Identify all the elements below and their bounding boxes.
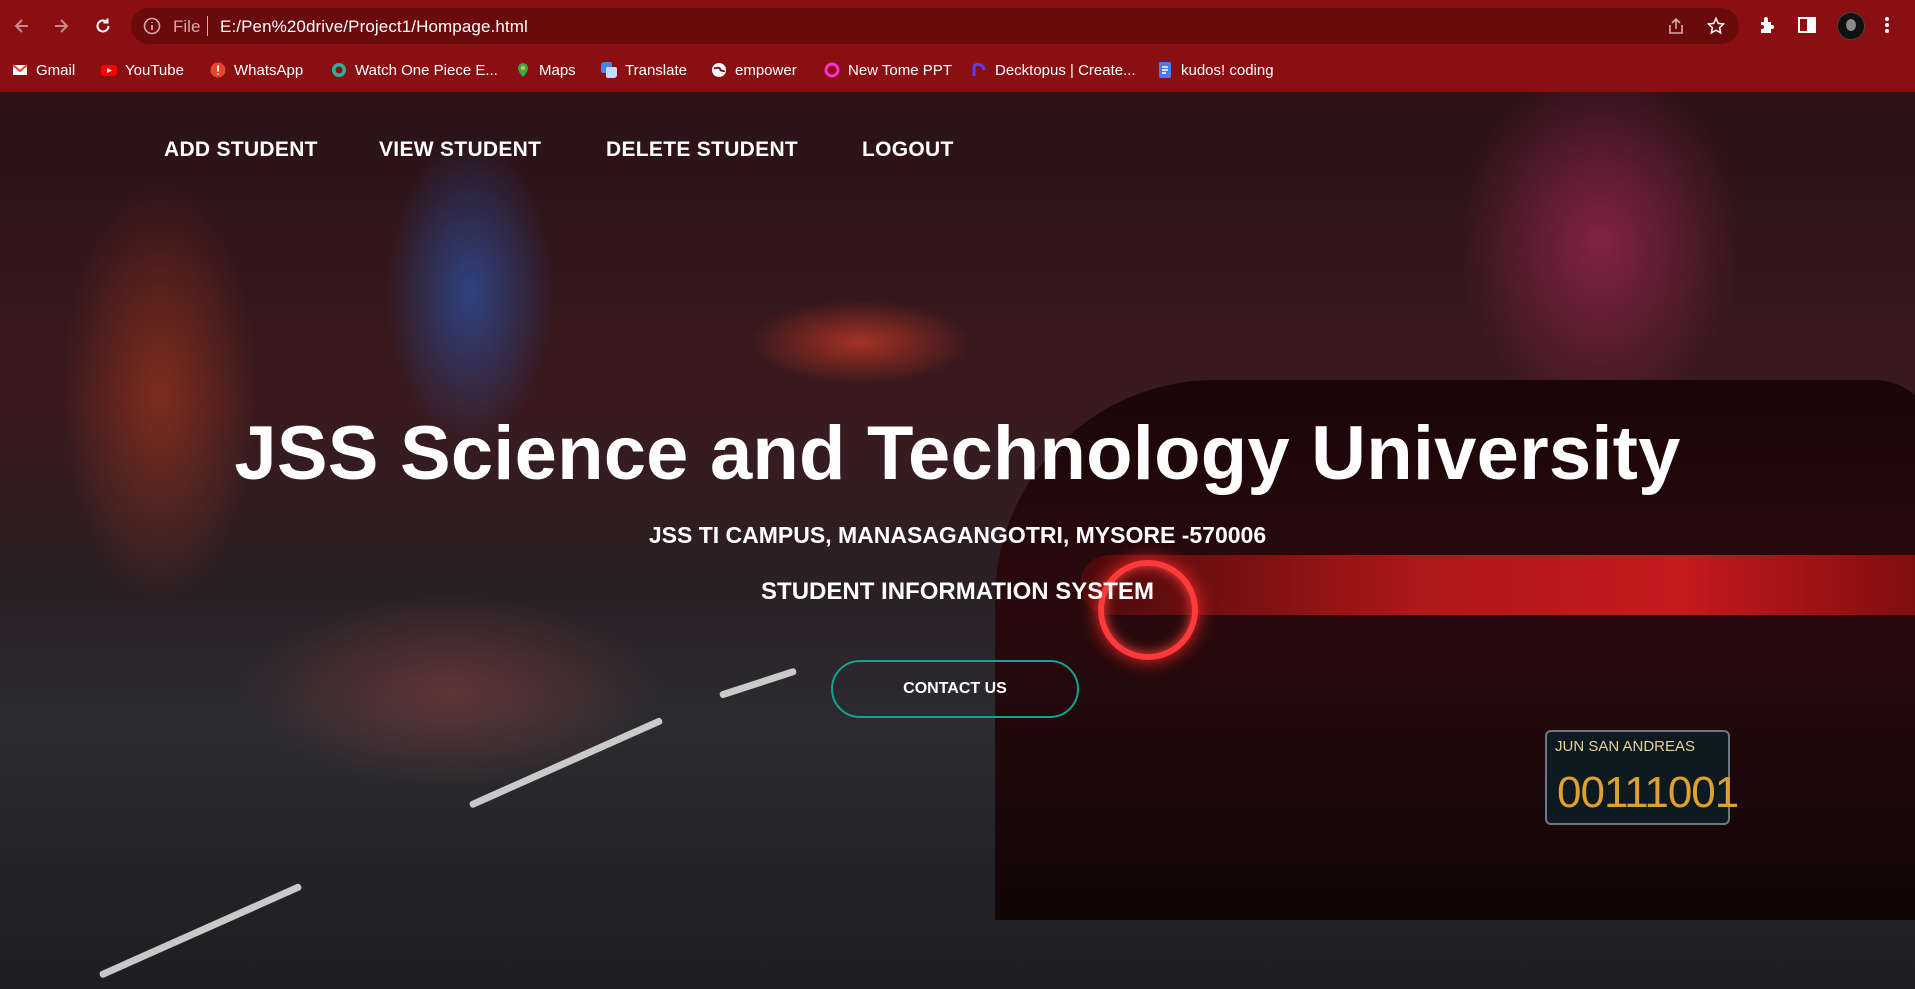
address-bar[interactable]: File E:/Pen%20drive/Project1/Hompage.htm…: [131, 8, 1739, 44]
bookmark-star-icon[interactable]: [1706, 16, 1726, 36]
road-marking: [468, 716, 664, 809]
url-scheme: File: [173, 17, 201, 36]
arrow-left-icon: [14, 19, 28, 33]
road-marking: [718, 667, 798, 699]
whatsapp-icon: [210, 62, 226, 78]
bookmark-label: Watch One Piece E...: [355, 61, 498, 79]
info-icon[interactable]: [143, 17, 161, 35]
nav-logout[interactable]: LOGOUT: [862, 138, 954, 162]
browser-toolbar: File E:/Pen%20drive/Project1/Hompage.htm…: [0, 0, 1915, 52]
url-text[interactable]: E:/Pen%20drive/Project1/Hompage.html: [220, 17, 528, 37]
bookmark-one-piece[interactable]: Watch One Piece E...: [331, 58, 498, 82]
bookmark-label: Maps: [539, 61, 576, 79]
extensions-icon[interactable]: [1757, 14, 1779, 36]
nav-add-student[interactable]: ADD STUDENT: [164, 138, 318, 162]
share-icon[interactable]: [1666, 16, 1686, 36]
globe-icon: [712, 63, 726, 77]
bookmark-label: kudos! coding: [1181, 61, 1274, 79]
nav-delete-student[interactable]: DELETE STUDENT: [606, 138, 798, 162]
bookmark-youtube[interactable]: YouTube: [101, 58, 184, 82]
kudos-icon: [1159, 62, 1171, 78]
gmail-icon: [12, 64, 28, 75]
road-marking: [98, 882, 303, 979]
page-title: JSS Science and Technology University: [234, 411, 1681, 496]
bookmark-kudos[interactable]: kudos! coding: [1157, 58, 1274, 82]
one-piece-icon: [332, 63, 346, 77]
reload-icon: [96, 18, 110, 33]
campus-address: JSS TI CAMPUS, MANASAGANGOTRI, MYSORE -5…: [648, 522, 1267, 548]
tome-icon: [824, 62, 840, 78]
plate-number: 00111001: [1557, 768, 1739, 817]
bookmark-label: YouTube: [125, 61, 184, 79]
bookmark-gmail[interactable]: Gmail: [12, 58, 75, 82]
bookmark-label: Translate: [625, 61, 687, 79]
contact-us-button[interactable]: CONTACT US: [831, 660, 1079, 718]
bookmark-label: Gmail: [36, 61, 76, 79]
side-panel-icon[interactable]: [1796, 14, 1818, 36]
bookmark-tome[interactable]: New Tome PPT: [824, 58, 952, 82]
more-menu-icon[interactable]: [1876, 14, 1898, 36]
bookmark-label: empower: [735, 61, 797, 79]
bookmark-label: Decktopus | Create...: [995, 61, 1136, 79]
maps-icon: [518, 63, 528, 77]
bookmark-whatsapp[interactable]: WhatsApp: [210, 58, 303, 82]
bookmark-empower[interactable]: empower: [711, 58, 797, 82]
bookmark-label: WhatsApp: [234, 61, 304, 79]
plate-region: JUN SAN ANDREAS: [1555, 738, 1696, 755]
bookmark-maps[interactable]: Maps: [515, 58, 576, 82]
url-separator: [207, 16, 208, 36]
arrow-right-icon: [55, 19, 69, 33]
license-plate: JUN SAN ANDREAS 00111001: [1545, 730, 1739, 825]
system-name: STUDENT INFORMATION SYSTEM: [761, 578, 1154, 605]
nav-view-student[interactable]: VIEW STUDENT: [379, 138, 541, 162]
bookmark-translate[interactable]: Translate: [601, 58, 687, 82]
decktopus-icon: [972, 62, 986, 76]
car-taillight: [1098, 560, 1198, 660]
reload-button[interactable]: [89, 12, 117, 40]
profile-avatar[interactable]: [1837, 12, 1865, 40]
bookmark-label: New Tome PPT: [848, 61, 952, 79]
translate-icon: [601, 62, 617, 78]
forward-button[interactable]: [47, 12, 75, 40]
bookmark-decktopus[interactable]: Decktopus | Create...: [971, 58, 1136, 82]
youtube-icon: [101, 65, 117, 76]
back-button[interactable]: [8, 12, 36, 40]
